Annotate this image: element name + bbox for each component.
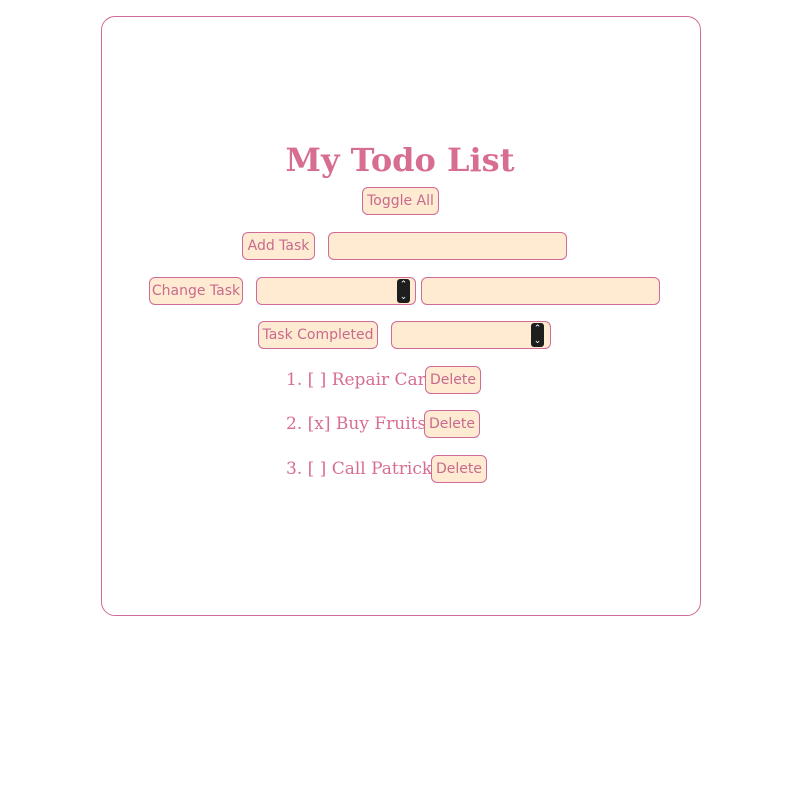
task-text: 3. [ ] Call Patrick <box>286 459 433 479</box>
list-item: 3. [ ] Call Patrick <box>286 455 432 483</box>
change-task-number-input[interactable] <box>256 277 416 305</box>
chevron-up-icon[interactable]: ⌃ <box>397 279 410 291</box>
task-text: 1. [ ] Repair Car <box>286 370 426 390</box>
toggle-all-button[interactable]: Toggle All <box>362 187 439 215</box>
delete-button[interactable]: Delete <box>431 455 487 483</box>
task-text: 2. [x] Buy Fruits <box>286 414 427 434</box>
page-title: My Todo List <box>285 141 515 179</box>
list-item: 1. [ ] Repair Car <box>286 366 426 394</box>
delete-button[interactable]: Delete <box>424 410 480 438</box>
change-task-stepper[interactable]: ⌃ ⌄ <box>397 279 410 303</box>
task-completed-button[interactable]: Task Completed <box>258 321 378 349</box>
list-item: 2. [x] Buy Fruits <box>286 410 426 438</box>
change-task-button[interactable]: Change Task <box>149 277 243 305</box>
add-task-input[interactable] <box>328 232 567 260</box>
change-task-text-input[interactable] <box>421 277 660 305</box>
task-completed-number-input[interactable] <box>391 321 551 349</box>
delete-button[interactable]: Delete <box>425 366 481 394</box>
chevron-up-icon[interactable]: ⌃ <box>531 323 544 335</box>
add-task-button[interactable]: Add Task <box>242 232 315 260</box>
todo-card <box>101 16 701 616</box>
chevron-down-icon[interactable]: ⌄ <box>531 335 544 347</box>
chevron-down-icon[interactable]: ⌄ <box>397 291 410 303</box>
task-completed-stepper[interactable]: ⌃ ⌄ <box>531 323 544 347</box>
